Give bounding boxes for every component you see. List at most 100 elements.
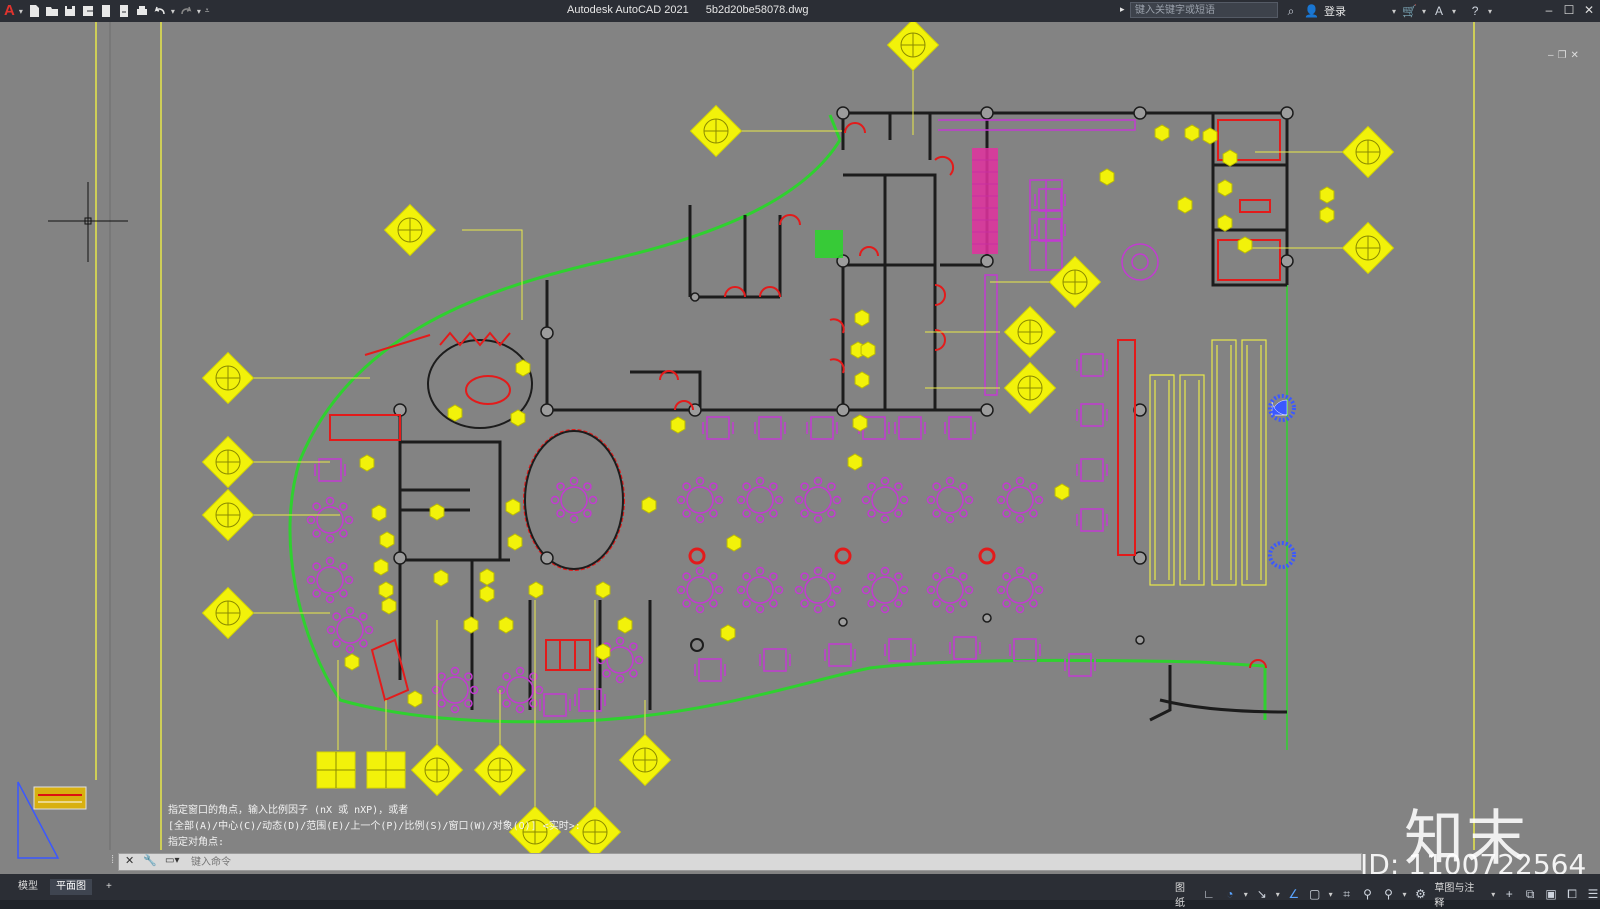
user-icon[interactable]: 👤 bbox=[1304, 4, 1319, 18]
hex-tag bbox=[528, 581, 544, 599]
hex-tag bbox=[854, 371, 870, 389]
hex-tag bbox=[344, 653, 360, 671]
square-table bbox=[754, 416, 786, 440]
expand-search-icon[interactable]: ▸ bbox=[1120, 4, 1125, 15]
tab-model[interactable]: 模型 bbox=[12, 879, 44, 895]
polar-tracking-icon[interactable]: ◔ bbox=[1223, 887, 1237, 901]
osnap-caret-icon[interactable]: ▾ bbox=[1276, 890, 1280, 899]
hex-tag bbox=[860, 341, 876, 359]
save-web-icon[interactable] bbox=[117, 4, 131, 18]
scale-caret-icon[interactable]: ▾ bbox=[1402, 890, 1406, 899]
help-icon[interactable]: ? bbox=[1468, 4, 1482, 18]
crosshair-cursor-icon bbox=[48, 182, 128, 262]
hex-tag bbox=[1154, 124, 1170, 142]
minimize-window-button[interactable]: – bbox=[1540, 2, 1558, 18]
new-file-icon[interactable] bbox=[27, 4, 41, 18]
auto-scale-icon[interactable]: ⚲ bbox=[1382, 887, 1396, 901]
index-symbol bbox=[1003, 361, 1057, 415]
customization-menu-icon[interactable]: ☰ bbox=[1586, 887, 1600, 901]
hex-tag bbox=[447, 404, 463, 422]
square-table bbox=[1034, 188, 1066, 212]
index-symbol bbox=[618, 733, 672, 787]
polar-caret-icon[interactable]: ▾ bbox=[1244, 890, 1248, 899]
open-web-icon[interactable] bbox=[99, 4, 113, 18]
command-grip-icon[interactable]: ⁞ bbox=[111, 854, 114, 866]
tab-plan[interactable]: 平面图 bbox=[50, 879, 92, 895]
undo-caret-icon[interactable]: ▾ bbox=[171, 7, 175, 16]
drawing-canvas[interactable]: – ❐ ✕ 知末 bbox=[0, 22, 1600, 874]
round-table bbox=[326, 606, 374, 654]
cart-icon[interactable]: 🛒 bbox=[1402, 4, 1417, 18]
command-close-icon[interactable]: ✕ bbox=[125, 854, 134, 867]
command-customize-icon[interactable]: 🔧 bbox=[143, 854, 157, 867]
redo-icon[interactable] bbox=[179, 4, 193, 18]
drawing-close-button[interactable]: ✕ bbox=[1571, 50, 1579, 61]
round-table bbox=[996, 476, 1044, 524]
plot-icon[interactable] bbox=[135, 4, 149, 18]
annotation-visibility-icon[interactable]: ⚲ bbox=[1361, 887, 1375, 901]
login-caret-icon[interactable]: ▾ bbox=[1392, 7, 1396, 16]
redo-caret-icon[interactable]: ▾ bbox=[197, 7, 201, 16]
square-table bbox=[884, 638, 916, 662]
annotation-monitor-icon[interactable]: + bbox=[1502, 887, 1516, 901]
hex-tag bbox=[1319, 206, 1335, 224]
drawing-minimize-button[interactable]: – bbox=[1548, 50, 1554, 61]
app-menu-caret-icon[interactable]: ▾ bbox=[19, 7, 23, 16]
cart-caret-icon[interactable]: ▾ bbox=[1422, 7, 1426, 16]
square-table bbox=[894, 416, 926, 440]
paper-space-button[interactable]: 图纸 bbox=[1175, 879, 1195, 909]
round-table bbox=[736, 476, 784, 524]
clean-screen-icon[interactable]: ⧠ bbox=[1565, 887, 1579, 901]
hex-tag bbox=[854, 309, 870, 327]
object-snap-icon[interactable]: ▢ bbox=[1308, 887, 1322, 901]
units-icon[interactable]: ⧉ bbox=[1523, 887, 1537, 901]
search-input[interactable]: 键入关键字或短语 bbox=[1130, 2, 1278, 18]
hex-tag bbox=[510, 409, 526, 427]
customize-toolbar-icon[interactable]: ⩡ bbox=[205, 6, 210, 16]
hex-tag bbox=[1217, 214, 1233, 232]
selection-cycling-icon[interactable]: ⌗ bbox=[1340, 887, 1354, 901]
add-layout-icon[interactable]: + bbox=[100, 879, 118, 895]
square-table bbox=[1064, 653, 1096, 677]
hex-tag bbox=[359, 454, 375, 472]
hex-tag bbox=[373, 558, 389, 576]
app-caret-icon[interactable]: ▾ bbox=[1452, 7, 1456, 16]
close-window-button[interactable]: ✕ bbox=[1580, 2, 1598, 18]
quick-properties-icon[interactable]: ▣ bbox=[1544, 887, 1558, 901]
workspace-caret-icon[interactable]: ▾ bbox=[1491, 890, 1495, 899]
drawing-restore-button[interactable]: ❐ bbox=[1558, 50, 1567, 61]
maximize-window-button[interactable]: ☐ bbox=[1560, 2, 1578, 18]
index-symbol bbox=[383, 203, 437, 257]
round-table bbox=[431, 666, 479, 714]
open-folder-icon[interactable] bbox=[45, 4, 59, 18]
window-title: Autodesk AutoCAD 2021 5b2d20be58078.dwg bbox=[567, 4, 823, 16]
round-table bbox=[736, 566, 784, 614]
command-input[interactable] bbox=[191, 855, 1351, 869]
undo-icon[interactable] bbox=[153, 4, 167, 18]
recent-commands-icon[interactable]: ▭▾ bbox=[165, 855, 179, 866]
escalators bbox=[1149, 339, 1267, 586]
hex-tag bbox=[1217, 179, 1233, 197]
app-name: Autodesk AutoCAD 2021 bbox=[567, 4, 689, 16]
square-table bbox=[702, 416, 734, 440]
save-icon[interactable] bbox=[63, 4, 77, 18]
save-as-icon[interactable] bbox=[81, 4, 95, 18]
workspace-gear-icon[interactable]: ⚙ bbox=[1413, 887, 1427, 901]
hex-tag bbox=[378, 581, 394, 599]
hex-tag bbox=[726, 534, 742, 552]
hex-tag bbox=[429, 503, 445, 521]
help-caret-icon[interactable]: ▾ bbox=[1488, 7, 1492, 16]
object-snap-tracking-icon[interactable]: ↘ bbox=[1255, 887, 1269, 901]
search-icon[interactable]: ⌕ bbox=[1284, 4, 1298, 18]
snap-caret-icon[interactable]: ▾ bbox=[1329, 890, 1333, 899]
autodesk-app-icon[interactable]: A bbox=[1432, 4, 1446, 18]
ortho-icon[interactable]: ∟ bbox=[1202, 887, 1216, 901]
workspace-switch[interactable]: 草图与注释 bbox=[1434, 879, 1484, 909]
command-line: ⁞ ✕ 🔧 ▭▾ bbox=[111, 853, 1362, 871]
isometric-drafting-icon[interactable]: ∠ bbox=[1287, 887, 1301, 901]
square-table bbox=[759, 648, 791, 672]
round-table bbox=[550, 476, 598, 524]
login-button[interactable]: 登录 bbox=[1324, 3, 1346, 19]
square-table bbox=[1076, 403, 1108, 427]
autocad-logo-icon[interactable]: A bbox=[4, 3, 15, 19]
